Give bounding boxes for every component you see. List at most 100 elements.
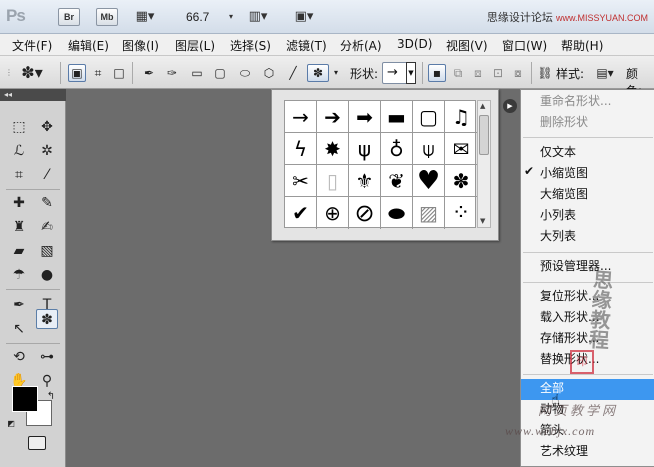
menu-file[interactable]: 文件(F) [12, 37, 52, 54]
shape-grass[interactable]: ψ [349, 133, 381, 165]
polygon-tool-icon[interactable]: ⬡ [260, 64, 278, 82]
shape-lightning[interactable]: ϟ [285, 133, 317, 165]
bridge-button[interactable]: Br [58, 8, 80, 26]
menu-3d[interactable]: 3D(D) [397, 37, 432, 51]
arrange-documents-icon[interactable]: ▥▾ [244, 8, 272, 26]
menu-item-artistic-textures[interactable]: 艺术纹理 [521, 442, 654, 463]
shape-hatch-pattern[interactable]: ▨ [413, 197, 445, 229]
geometry-options-chevron-icon[interactable]: ▾ [331, 64, 341, 82]
custom-shape-icon[interactable]: ✽ [307, 64, 329, 82]
shape-fleur-de-lis[interactable]: ⚜ [349, 165, 381, 197]
menu-help[interactable]: 帮助(H) [561, 37, 603, 54]
menu-item-large-thumbnail[interactable]: 大缩览图 [521, 185, 654, 206]
menu-item-text-only[interactable]: 仅文本 [521, 143, 654, 164]
menu-edit[interactable]: 编辑(E) [68, 37, 109, 54]
line-tool-icon[interactable]: ╱ [284, 64, 302, 82]
menu-analysis[interactable]: 分析(A) [340, 37, 382, 54]
shape-blank-page[interactable]: ▯ [317, 165, 349, 197]
ellipse-tool-icon[interactable]: ⬭ [236, 64, 254, 82]
default-colors-icon[interactable]: ◩ [6, 419, 16, 429]
view-extras-icon[interactable]: ▦▾ [132, 8, 158, 26]
shape-heart[interactable]: ♥ [413, 165, 445, 197]
shape-envelope[interactable]: ✉ [445, 133, 477, 165]
shape-checkmark[interactable]: ✔ [285, 197, 317, 229]
menu-layer[interactable]: 图层(L) [175, 37, 215, 54]
3d-rotate-icon[interactable]: ⟲ [8, 347, 30, 367]
menu-item-delete-shape[interactable]: 删除形状 [521, 113, 654, 134]
menu-item-large-list[interactable]: 大列表 [521, 227, 654, 248]
rectangle-tool-icon[interactable]: ▭ [188, 64, 206, 82]
shape-layers-mode-icon[interactable]: ▣ [68, 64, 86, 82]
shape-target[interactable]: ⊕ [317, 197, 349, 229]
new-layer-mode-icon[interactable]: ▪ [428, 64, 446, 82]
menu-view[interactable]: 视图(V) [446, 37, 488, 54]
history-brush-icon[interactable]: ✍ [36, 217, 58, 237]
scroll-down-icon[interactable]: ▼ [480, 217, 485, 225]
toolbox-collapse[interactable]: ◂◂ [0, 89, 66, 101]
3d-orbit-icon[interactable]: ⊶ [36, 347, 58, 367]
menu-image[interactable]: 图像(I) [122, 37, 159, 54]
scroll-thumb[interactable] [479, 115, 489, 155]
paths-mode-icon[interactable]: ⌗ [89, 64, 107, 82]
shape-arrow-thin[interactable]: → [285, 101, 317, 133]
eraser-tool-icon[interactable]: ▰ [8, 241, 30, 261]
mini-bridge-button[interactable]: Mb [96, 8, 118, 26]
shape-grid-scrollbar[interactable]: ▲ ▼ [477, 100, 491, 228]
shape-music-note[interactable]: ♫ [445, 101, 477, 133]
shape-banner[interactable]: ▬ [381, 101, 413, 133]
shape-checker-pattern[interactable]: ⁘ [445, 197, 477, 229]
pen-tool-icon[interactable]: ✒ [140, 64, 158, 82]
healing-brush-icon[interactable]: ✚ [8, 193, 30, 213]
shape-lightbulb[interactable]: ♁ [381, 133, 413, 165]
menu-window[interactable]: 窗口(W) [502, 37, 547, 54]
marquee-tool-icon[interactable]: ⬚ [8, 117, 30, 137]
add-to-area-icon[interactable]: ⧉ [449, 64, 467, 82]
dodge-tool-icon[interactable]: ● [36, 265, 58, 285]
grip-icon[interactable]: ⋮ [4, 64, 13, 82]
menu-item-small-thumbnail[interactable]: ✔ 小缩览图 [521, 164, 654, 185]
crop-tool-icon[interactable]: ⌗ [8, 165, 30, 185]
clone-stamp-icon[interactable]: ♜ [8, 217, 30, 237]
shape-no-sign[interactable]: ⊘ [349, 197, 381, 229]
menu-item-rename-shape[interactable]: 重命名形状... [521, 92, 654, 113]
rounded-rectangle-icon[interactable]: ▢ [211, 64, 229, 82]
exclude-area-icon[interactable]: ⧇ [509, 64, 527, 82]
menu-select[interactable]: 选择(S) [230, 37, 271, 54]
blur-tool-icon[interactable]: ☂ [8, 265, 30, 285]
quick-mask-button[interactable] [28, 436, 46, 450]
subtract-area-icon[interactable]: ⧈ [469, 64, 487, 82]
shape-arrow-medium[interactable]: ➔ [317, 101, 349, 133]
shape-ornament[interactable]: ❦ [381, 165, 413, 197]
custom-shape-tool-preset-icon[interactable]: ✽▾ [18, 64, 46, 82]
path-selection-icon[interactable]: ↖ [8, 319, 30, 339]
eyedropper-icon[interactable]: ⁄ [36, 165, 58, 185]
shape-speech-bubble[interactable]: ⬬ [381, 197, 413, 229]
menu-item-small-list[interactable]: 小列表 [521, 206, 654, 227]
chevron-down-icon[interactable]: ▾ [226, 8, 236, 26]
freeform-pen-icon[interactable]: ✑ [163, 64, 181, 82]
shape-frame[interactable]: ▢ [413, 101, 445, 133]
intersect-area-icon[interactable]: ⊡ [489, 64, 507, 82]
fill-pixels-mode-icon[interactable]: □ [110, 64, 128, 82]
shape-scissors[interactable]: ✂ [285, 165, 317, 197]
move-tool-icon[interactable]: ✥ [36, 117, 58, 137]
lasso-tool-icon[interactable]: ℒ [8, 141, 30, 161]
zoom-tool-icon[interactable]: ⚲ [36, 371, 58, 391]
shape-arrow-bold[interactable]: ➡ [349, 101, 381, 133]
chevron-down-icon[interactable]: ▼ [406, 62, 416, 84]
gradient-tool-icon[interactable]: ▧ [36, 241, 58, 261]
shape-splat[interactable]: ✽ [445, 165, 477, 197]
style-picker-icon[interactable]: ▤▾ [592, 64, 618, 82]
screen-mode-icon[interactable]: ▣▾ [290, 8, 318, 26]
custom-shape-tool-icon[interactable]: ✽ [36, 309, 58, 329]
link-icon[interactable]: ⛓ [536, 64, 554, 82]
pen-tool-icon[interactable]: ✒ [8, 295, 30, 315]
shape-pushpin[interactable]: ⍦ [413, 133, 445, 165]
magic-wand-icon[interactable]: ✲ [36, 141, 58, 161]
menu-filter[interactable]: 滤镜(T) [286, 37, 327, 54]
panel-flyout-menu-icon[interactable]: ▶ [503, 99, 517, 113]
zoom-level[interactable]: 66.7 [186, 10, 209, 24]
brush-tool-icon[interactable]: ✎ [36, 193, 58, 213]
shape-picker[interactable]: → ▼ [382, 62, 416, 84]
shape-starburst[interactable]: ✸ [317, 133, 349, 165]
